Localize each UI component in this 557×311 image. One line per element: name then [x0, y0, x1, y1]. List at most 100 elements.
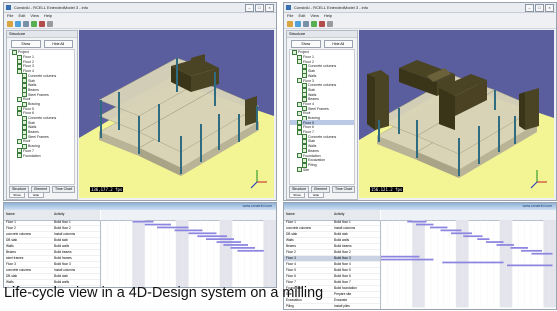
open-icon[interactable]: [7, 20, 13, 27]
weekend-band: [549, 220, 556, 308]
left-gantt-rows: Floor 1 Build floor 1 Floor 2 Build floor 2…: [4, 220, 101, 287]
gantt-bar[interactable]: [442, 261, 504, 264]
gantt-bar[interactable]: [416, 223, 434, 226]
tree-item[interactable]: Site: [290, 167, 354, 173]
close-button[interactable]: ×: [545, 4, 554, 12]
zoom-icon[interactable]: [303, 20, 309, 27]
right-hide-all-button[interactable]: Hide All: [323, 40, 353, 48]
gantt-bar[interactable]: [451, 232, 472, 235]
gantt-bar[interactable]: [477, 238, 490, 241]
gantt-row[interactable]: Piling Install piles: [284, 304, 380, 309]
gantt-bar[interactable]: [521, 249, 542, 252]
maximize-button[interactable]: □: [535, 4, 544, 12]
left-tree-footer: Show Hide: [9, 192, 44, 198]
left-show-button[interactable]: Show: [11, 40, 41, 48]
minimize-button[interactable]: –: [525, 4, 534, 12]
left-window-title: ConstrAI - RCELL ExtendedModel 3 - info: [14, 5, 89, 10]
gantt-bar[interactable]: [381, 255, 420, 258]
gantt-row-name: DB slab: [6, 274, 18, 278]
weekend-band: [418, 220, 425, 308]
right-toolbar: [284, 19, 556, 29]
gantt-bar[interactable]: [510, 247, 529, 249]
play-icon[interactable]: [31, 20, 37, 27]
gantt-bar[interactable]: [407, 220, 427, 223]
open-icon[interactable]: [287, 20, 293, 27]
column-activity[interactable]: Activity: [54, 212, 64, 216]
right-structure-tree[interactable]: Project Floor 1 Floor 2 Concrete columns Sla…: [289, 49, 355, 185]
gantt-row-activity: Build walls: [54, 244, 70, 248]
gantt-bar[interactable]: [144, 223, 171, 226]
tab-time-chart[interactable]: Time Chart: [52, 186, 76, 193]
column-name[interactable]: Name: [6, 212, 15, 216]
settings-icon[interactable]: [47, 20, 53, 27]
gantt-row-name: Beams: [6, 250, 16, 254]
gantt-bar[interactable]: [381, 258, 434, 261]
gantt-bar[interactable]: [507, 264, 553, 267]
weekend-band: [263, 220, 270, 287]
right-window-title: ConstrAI - RCELL ExtendedModel 3 - info: [294, 5, 369, 10]
gantt-bar[interactable]: [197, 235, 227, 238]
gantt-row-name: concrete columns: [6, 232, 31, 236]
gantt-bar[interactable]: [430, 226, 448, 229]
right-footer-show-button[interactable]: Show: [289, 192, 305, 198]
gantt-row-name: concrete columns: [6, 268, 31, 272]
column-activity[interactable]: Activity: [334, 212, 344, 216]
left-footer-show-button[interactable]: Show: [9, 192, 25, 198]
gantt-row-name: DB slab: [286, 232, 298, 236]
step-icon[interactable]: [39, 20, 45, 27]
left-gantt-banner: [4, 203, 276, 210]
camera-icon[interactable]: [15, 20, 21, 27]
gantt-bar[interactable]: [440, 229, 462, 232]
weekend-band: [412, 220, 419, 308]
right-gantt-chart[interactable]: [381, 220, 556, 308]
gantt-row-name: Piling: [286, 304, 294, 308]
minimize-button[interactable]: –: [245, 4, 254, 12]
play-icon[interactable]: [311, 20, 317, 27]
camera-icon[interactable]: [295, 20, 301, 27]
tab-time-chart[interactable]: Time Chart: [332, 186, 356, 193]
left-footer-hide-button[interactable]: Hide: [28, 192, 44, 198]
gantt-row-name: Beams: [286, 244, 296, 248]
gantt-bar[interactable]: [157, 226, 189, 229]
gantt-bar[interactable]: [531, 252, 553, 255]
close-button[interactable]: ×: [265, 4, 274, 12]
gantt-bar[interactable]: [188, 232, 217, 235]
gantt-row-activity: Build floor 3: [54, 262, 71, 266]
gantt-bar[interactable]: [230, 247, 256, 249]
gantt-bar[interactable]: [463, 235, 483, 238]
left-structure-tree[interactable]: Project Floor 1 Floor 2 Floor 3 Floor 4 Concr…: [9, 49, 75, 185]
right-show-button[interactable]: Show: [291, 40, 321, 48]
gantt-row-activity: Build floor 3: [334, 256, 351, 260]
zoom-icon[interactable]: [23, 20, 29, 27]
gantt-bar[interactable]: [496, 244, 515, 246]
step-icon[interactable]: [319, 20, 325, 27]
gantt-row-name: Floor 1: [286, 220, 296, 224]
tree-item[interactable]: Foundation: [10, 153, 74, 159]
gantt-row-activity: Build frames: [54, 256, 72, 260]
window-controls: – □ ×: [525, 4, 554, 12]
right-footer-hide-button[interactable]: Hide: [308, 192, 324, 198]
settings-icon[interactable]: [327, 20, 333, 27]
maximize-button[interactable]: □: [255, 4, 264, 12]
gantt-bar[interactable]: [216, 241, 242, 243]
gantt-bar[interactable]: [486, 241, 504, 243]
gantt-row-name: Floor 3: [6, 262, 16, 266]
gantt-bar[interactable]: [132, 220, 154, 223]
gantt-row-activity: Build beams: [54, 250, 72, 254]
gantt-bar[interactable]: [174, 229, 203, 232]
left-gantt-chart[interactable]: [101, 220, 276, 288]
visibility-checkbox[interactable]: [17, 153, 22, 159]
left-title-bar: ConstrAI - RCELL ExtendedModel 3 - info …: [4, 3, 276, 13]
column-name[interactable]: Name: [286, 212, 295, 216]
left-structure-header: Structure: [7, 31, 77, 38]
gantt-row-activity: Build walls: [334, 238, 350, 242]
left-hide-all-button[interactable]: Hide All: [43, 40, 73, 48]
right-3d-viewport[interactable]: [359, 30, 554, 198]
left-3d-viewport[interactable]: [79, 30, 274, 198]
gantt-bar[interactable]: [237, 249, 264, 252]
gantt-bar[interactable]: [206, 238, 234, 241]
visibility-checkbox[interactable]: [297, 167, 302, 173]
gantt-bar[interactable]: [223, 244, 249, 246]
gantt-row-name: Walls: [286, 238, 294, 242]
left-gantt-window: www.constr4d.com Name Activity Floor 1 Bu…: [3, 202, 277, 288]
